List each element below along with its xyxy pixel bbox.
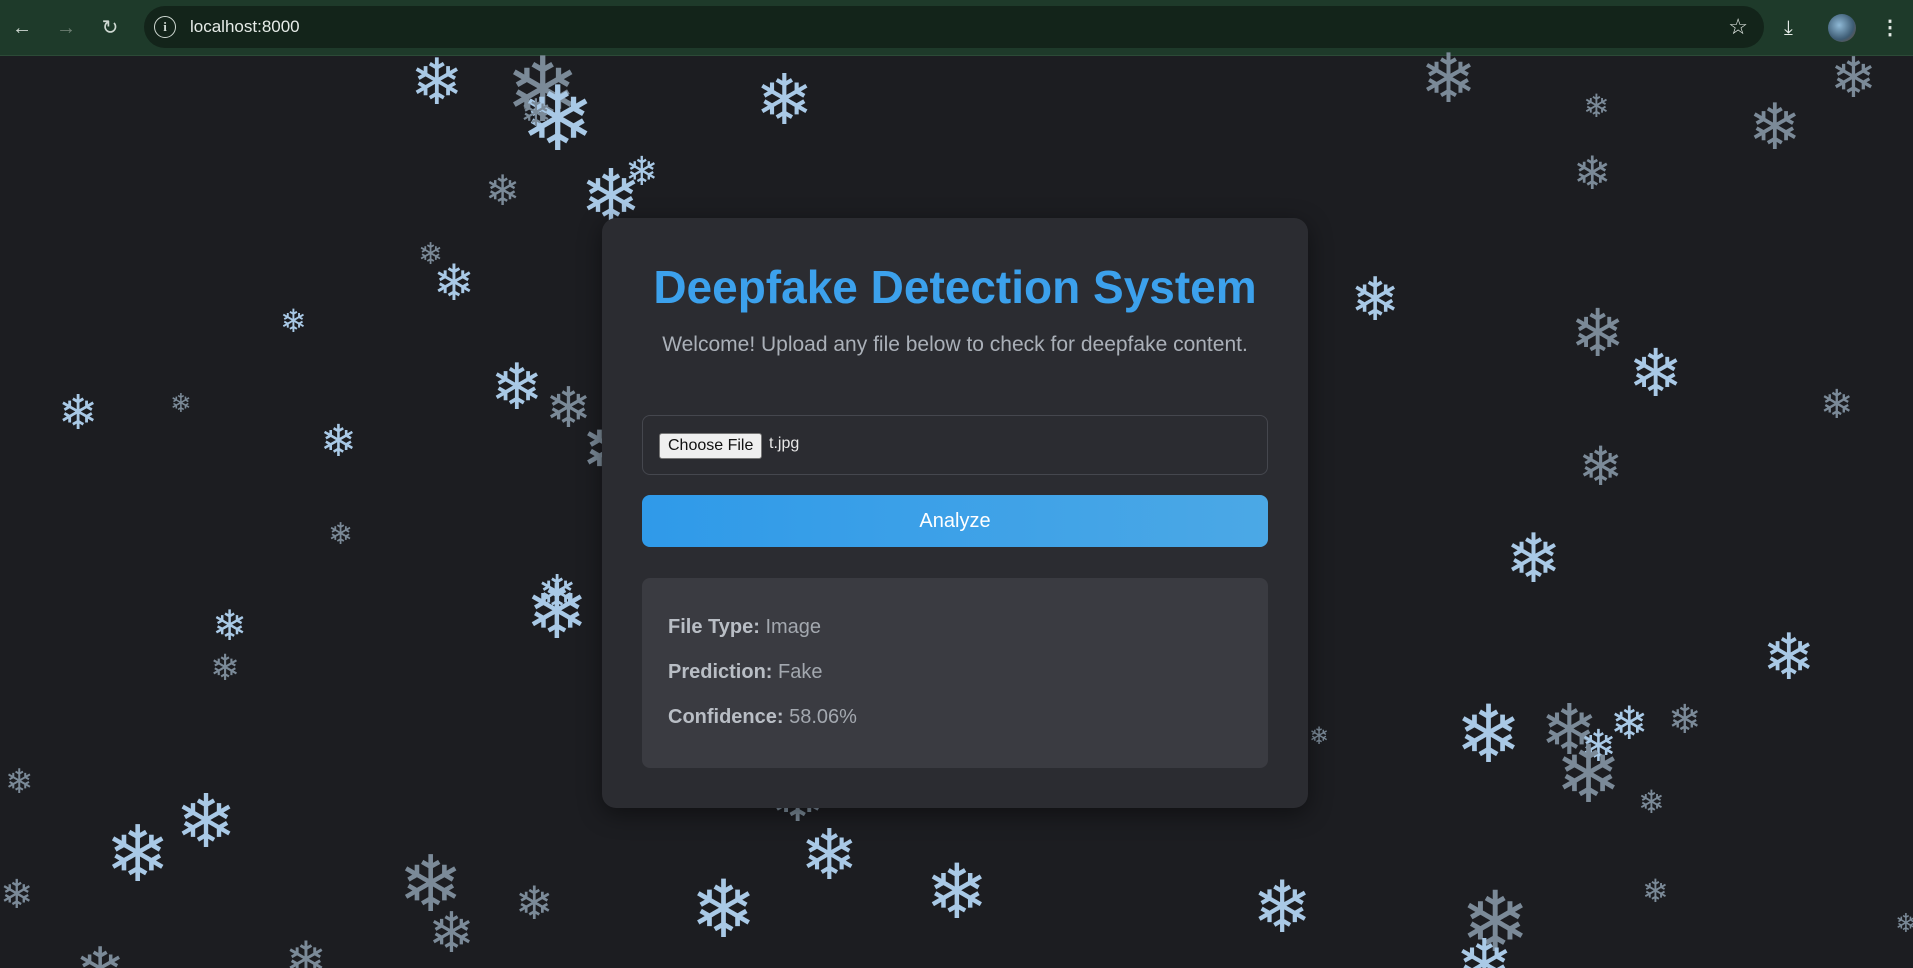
detection-card: Deepfake Detection System Welcome! Uploa… [602, 218, 1308, 808]
snowflake-icon: ❄ [58, 387, 99, 440]
snowflake-icon: ❄ [1748, 91, 1802, 163]
snowflake-icon: ❄ [545, 376, 592, 439]
confidence-label: Confidence: [668, 706, 784, 728]
profile-avatar[interactable] [1828, 14, 1856, 42]
snowflake-icon: ❄ [170, 388, 192, 418]
url-text: localhost:8000 [190, 17, 300, 36]
choose-file-button[interactable]: Choose File [659, 433, 763, 459]
snowflake-icon: ❄ [1638, 784, 1665, 820]
snowflake-icon: ❄ [1820, 383, 1854, 427]
snowflake-icon: ❄ [537, 567, 578, 620]
snowflake-icon: ❄ [1628, 336, 1684, 410]
snowflake-icon: ❄ [280, 303, 307, 339]
prediction-label: Prediction: [668, 661, 773, 683]
snowflake-icon: ❄ [1455, 690, 1523, 779]
snowflake-icon: ❄ [1642, 873, 1669, 909]
results-panel: File Type: Image Prediction: Fake Confid… [642, 578, 1268, 768]
snowflake-icon: ❄ [0, 873, 34, 917]
selected-file-name: t.jpg [769, 435, 800, 452]
snowflake-icon: ❄ [485, 167, 521, 214]
snowflake-icon: ❄ [520, 70, 596, 170]
snowflake-icon: ❄ [1555, 730, 1623, 819]
snowflake-icon: ❄ [210, 647, 241, 688]
snowflake-icon: ❄ [1830, 46, 1877, 109]
snowflake-icon: ❄ [320, 417, 357, 466]
reload-icon[interactable]: ↻ [96, 14, 124, 42]
snowflake-icon: ❄ [328, 518, 354, 551]
snowflake-icon: ❄ [490, 351, 544, 423]
file-upload-field[interactable]: Choose File t.jpg [642, 415, 1268, 475]
file-type-row: File Type: Image [668, 616, 821, 639]
snowflake-icon: ❄ [105, 810, 171, 898]
snowflake-icon: ❄ [925, 850, 989, 935]
snowflake-icon: ❄ [1252, 868, 1313, 948]
snowflake-icon: ❄ [433, 255, 475, 311]
snowflake-icon: ❄ [1350, 266, 1401, 333]
snowflake-icon: ❄ [800, 816, 859, 894]
snowflake-icon: ❄ [525, 570, 589, 655]
back-arrow-icon[interactable]: ← [8, 14, 36, 42]
download-icon[interactable]: ⤓ [1784, 14, 1793, 42]
forward-arrow-icon[interactable]: → [52, 14, 80, 42]
snowflake-icon: ❄ [1573, 147, 1612, 199]
site-info-icon[interactable]: i [154, 16, 176, 38]
snowflake-icon: ❄ [1540, 691, 1599, 769]
snowflake-icon: ❄ [75, 940, 125, 968]
snowflake-icon: ❄ [515, 877, 554, 929]
bookmark-star-icon[interactable]: ☆ [1728, 14, 1748, 40]
snowflake-icon: ❄ [755, 61, 814, 139]
snowflake-icon: ❄ [1309, 723, 1330, 750]
kebab-menu-icon[interactable]: ⋮ [1880, 14, 1900, 42]
snowflake-icon: ❄ [1895, 908, 1913, 938]
snowflake-icon: ❄ [505, 41, 581, 141]
analyze-button[interactable]: Analyze [642, 495, 1268, 547]
snowflake-icon: ❄ [212, 602, 248, 649]
snowflake-icon: ❄ [625, 150, 659, 194]
browser-toolbar: ← → ↻ i localhost:8000 ☆ ⤓ ⋮ [0, 0, 1913, 56]
prediction-value: Fake [778, 661, 823, 683]
snowflake-icon: ❄ [1570, 296, 1626, 370]
file-type-label: File Type: [668, 616, 760, 638]
confidence-row: Confidence: 58.06% [668, 706, 857, 729]
snowflake-icon: ❄ [1583, 88, 1610, 124]
prediction-row: Prediction: Fake [668, 661, 822, 684]
snowflake-icon: ❄ [1580, 722, 1617, 771]
confidence-value: 58.06% [789, 706, 857, 728]
snowflake-icon: ❄ [410, 46, 464, 118]
snowflake-icon: ❄ [428, 901, 475, 964]
snowflake-icon: ❄ [1578, 437, 1624, 497]
snowflake-icon: ❄ [520, 93, 552, 135]
snowflake-icon: ❄ [690, 865, 758, 954]
address-bar[interactable]: i localhost:8000 ☆ [144, 6, 1764, 48]
snowflake-icon: ❄ [1610, 697, 1649, 749]
welcome-text: Welcome! Upload any file below to check … [662, 333, 1248, 356]
file-type-value: Image [765, 616, 822, 638]
page-title: Deepfake Detection System [653, 261, 1257, 313]
snowflake-icon: ❄ [175, 780, 238, 863]
snowflake-icon: ❄ [285, 932, 327, 968]
snowflake-icon: ❄ [418, 238, 444, 271]
snowflake-icon: ❄ [5, 763, 34, 801]
snowflake-icon: ❄ [1505, 521, 1562, 597]
snowflake-icon: ❄ [398, 840, 464, 928]
snowflake-icon: ❄ [1460, 875, 1531, 968]
snowflake-icon: ❄ [1668, 698, 1702, 742]
snowflake-icon: ❄ [1455, 926, 1514, 968]
snowflake-icon: ❄ [1762, 621, 1816, 693]
